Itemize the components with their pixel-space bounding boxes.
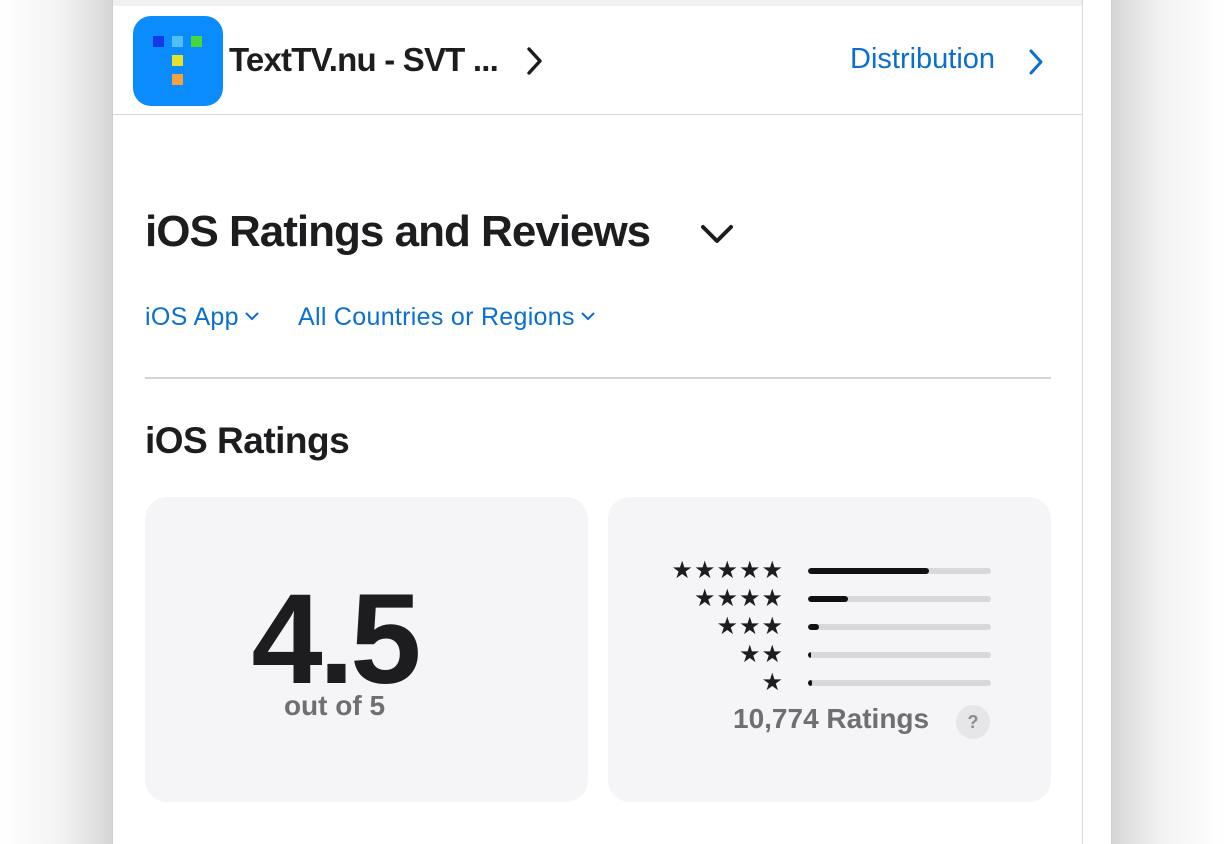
icon-pixel <box>153 36 164 47</box>
app-title-link[interactable]: TextTV.nu - SVT ... <box>229 41 499 79</box>
chevron-right-icon[interactable] <box>526 46 544 76</box>
window-shadow-right <box>1112 0 1224 844</box>
star-rating-label: ★★★★★ <box>671 557 784 584</box>
rating-bar-fill <box>808 624 819 630</box>
star-rating-label: ★★ <box>738 641 784 668</box>
rating-row: ★★★★★ <box>113 559 1056 583</box>
texttv-app-icon[interactable] <box>133 16 223 106</box>
platform-filter-label: iOS App <box>145 303 239 331</box>
rating-bar-fill <box>808 568 929 574</box>
platform-filter-dropdown[interactable]: iOS App <box>145 303 259 332</box>
distribution-link[interactable]: Distribution <box>850 43 995 76</box>
rating-bar-track <box>808 680 991 686</box>
rating-bar-fill <box>808 652 811 658</box>
section-title[interactable]: iOS Ratings and Reviews <box>145 207 651 257</box>
star-rating-label: ★ <box>761 669 784 696</box>
icon-pixel <box>172 36 183 47</box>
window-shadow-left <box>0 0 112 844</box>
icon-pixel <box>172 55 183 66</box>
rating-row: ★★★★ <box>113 587 1056 611</box>
rating-bar-fill <box>808 596 848 602</box>
chevron-down-icon[interactable] <box>699 223 735 245</box>
region-filter-dropdown[interactable]: All Countries or Regions <box>298 303 595 332</box>
chevron-right-icon[interactable] <box>1028 48 1044 76</box>
section-divider <box>145 377 1051 379</box>
rating-row: ★★ <box>113 643 1056 667</box>
rating-bar-track <box>808 624 991 630</box>
ratings-subtitle: iOS Ratings <box>145 420 350 461</box>
app-header: TextTV.nu - SVT ... Distribution <box>113 6 1083 115</box>
content-edge <box>1082 0 1083 844</box>
ratings-count: 10,774 Ratings <box>733 703 930 734</box>
star-rating-label: ★★★ <box>716 613 784 640</box>
chevron-down-icon <box>581 312 595 320</box>
rating-bar-fill <box>808 680 812 686</box>
help-icon[interactable]: ? <box>956 705 990 739</box>
chevron-down-icon <box>245 312 259 320</box>
rating-bar-track <box>808 652 991 658</box>
rating-bar-track <box>808 568 991 574</box>
rating-row: ★★★ <box>113 615 1056 639</box>
rating-bar-track <box>808 596 991 602</box>
icon-pixel <box>172 74 183 85</box>
icon-pixel <box>191 36 202 47</box>
rating-row: ★ <box>113 671 1056 695</box>
region-filter-label: All Countries or Regions <box>298 303 575 331</box>
app-window: TextTV.nu - SVT ... Distribution iOS Rat… <box>112 0 1112 844</box>
star-rating-label: ★★★★ <box>693 585 784 612</box>
